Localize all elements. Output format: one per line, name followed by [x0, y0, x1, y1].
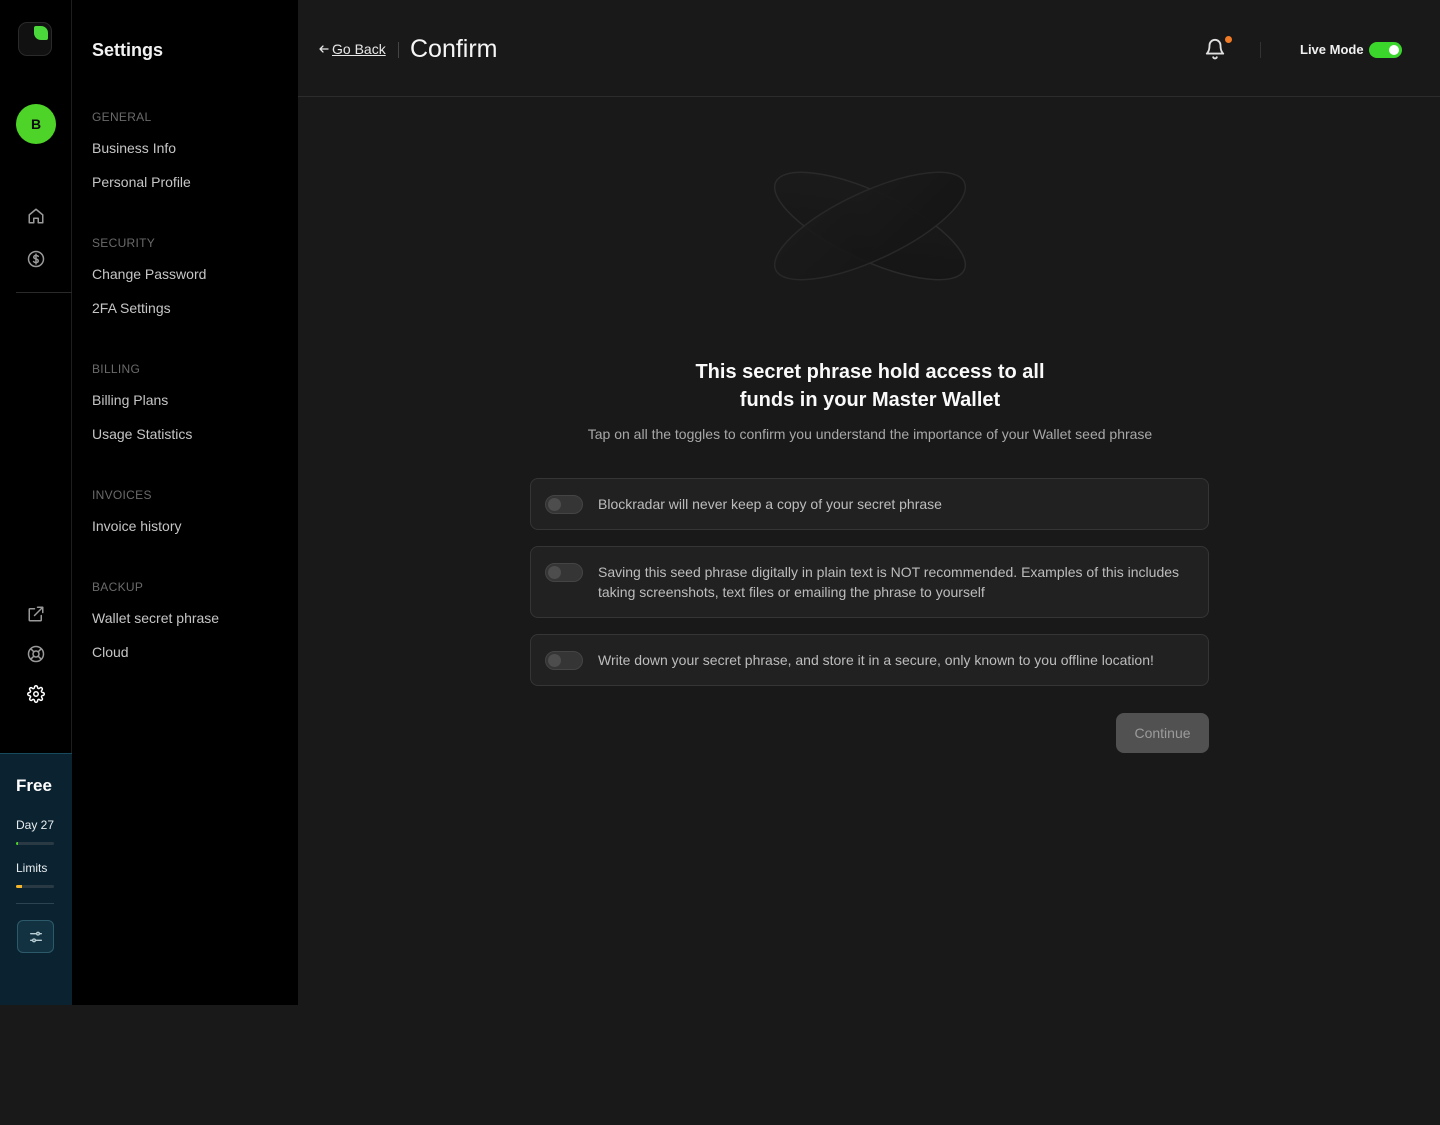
dollar-circle-icon[interactable] [26, 249, 46, 269]
go-back-link[interactable]: Go Back [318, 41, 386, 57]
check-toggle[interactable] [545, 651, 583, 670]
plan-panel: Free Day 27 Limits [0, 753, 72, 1005]
check-toggle[interactable] [545, 563, 583, 582]
nav-item-2fa-settings[interactable]: 2FA Settings [92, 300, 171, 316]
orbit-illustration [773, 171, 967, 281]
settings-panel: Settings GENERAL Business Info Personal … [72, 0, 298, 1005]
bell-icon [1205, 39, 1225, 60]
nav-item-personal-profile[interactable]: Personal Profile [92, 174, 191, 190]
confirm-instructions: Tap on all the toggles to confirm you un… [587, 426, 1153, 442]
support-lifebuoy-icon[interactable] [26, 644, 46, 664]
plan-name: Free [16, 776, 52, 795]
home-icon[interactable] [26, 206, 46, 226]
plan-day-label: Day 27 [16, 818, 55, 832]
nav-item-wallet-secret-phrase[interactable]: Wallet secret phrase [92, 610, 219, 626]
external-link-icon[interactable] [26, 604, 46, 624]
continue-button[interactable]: Continue [1116, 713, 1209, 753]
check-text: Saving this seed phrase digitally in pla… [598, 564, 1180, 600]
check-text: Write down your secret phrase, and store… [598, 652, 1154, 668]
section-label-billing: BILLING [92, 362, 141, 376]
confirm-check-write-down[interactable]: Write down your secret phrase, and store… [530, 634, 1209, 686]
notification-dot [1225, 36, 1232, 43]
confirm-check-no-copy[interactable]: Blockradar will never keep a copy of you… [530, 478, 1209, 530]
nav-item-billing-plans[interactable]: Billing Plans [92, 392, 168, 408]
section-label-invoices: INVOICES [92, 488, 152, 502]
live-mode-label: Live Mode [1300, 42, 1364, 57]
plan-limits-progress [16, 885, 54, 888]
nav-item-change-password[interactable]: Change Password [92, 266, 206, 282]
page-header: Go Back Confirm Live Mode [298, 0, 1440, 97]
page-title: Confirm [410, 35, 498, 63]
gear-icon[interactable] [26, 684, 46, 704]
rail-divider [16, 292, 72, 293]
header-divider-right [1260, 42, 1261, 58]
section-label-general: GENERAL [92, 110, 152, 124]
settings-title: Settings [92, 40, 164, 60]
header-divider [398, 42, 399, 58]
nav-item-usage-statistics[interactable]: Usage Statistics [92, 426, 192, 442]
plan-limits-label: Limits [16, 861, 48, 875]
headline-line-2: funds in your Master Wallet [739, 389, 1001, 411]
check-text: Blockradar will never keep a copy of you… [598, 496, 942, 512]
app-logo[interactable] [18, 22, 52, 56]
live-mode-toggle[interactable] [1369, 42, 1402, 58]
section-label-security: SECURITY [92, 236, 156, 250]
check-toggle[interactable] [545, 495, 583, 514]
headline-line-1: This secret phrase hold access to all [695, 361, 1045, 383]
go-back-label: Go Back [332, 41, 386, 57]
icon-rail: B Free Day 27 Limits [0, 0, 72, 1005]
notification-bell-button[interactable] [1204, 36, 1232, 64]
plan-divider [16, 903, 54, 904]
confirm-headline: This secret phrase hold access to all fu… [598, 358, 1142, 414]
arrow-left-icon [319, 45, 329, 53]
sliders-icon [29, 931, 42, 942]
nav-item-cloud[interactable]: Cloud [92, 644, 129, 660]
plan-day-progress [16, 842, 54, 845]
nav-item-business-info[interactable]: Business Info [92, 140, 176, 156]
plan-settings-button[interactable] [17, 920, 54, 953]
confirm-check-no-digital[interactable]: Saving this seed phrase digitally in pla… [530, 546, 1209, 618]
nav-item-invoice-history[interactable]: Invoice history [92, 518, 181, 534]
page-background [0, 1005, 1440, 1125]
avatar[interactable]: B [16, 104, 56, 144]
section-label-backup: BACKUP [92, 580, 144, 594]
